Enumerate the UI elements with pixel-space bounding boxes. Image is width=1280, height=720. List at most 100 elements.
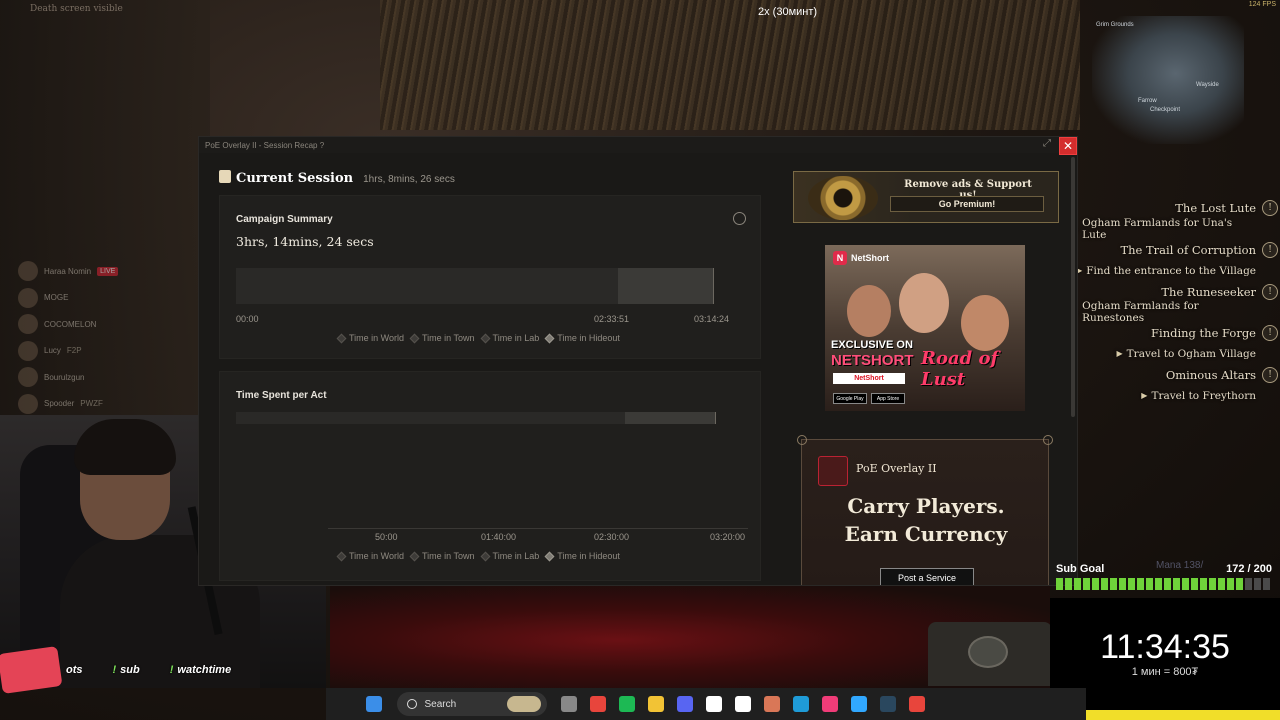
stream-title: 2x (30минт) [758, 6, 818, 18]
avatar [18, 261, 38, 282]
spotify-icon[interactable] [619, 696, 635, 712]
legend-item[interactable]: Time in World [336, 333, 404, 343]
progress-strip [1086, 710, 1280, 720]
photoshop-icon[interactable] [851, 696, 867, 712]
sub-goal-progress [1056, 578, 1270, 590]
session-title: Current Session [236, 171, 354, 186]
quest-label: The Lost Lute [1175, 201, 1256, 216]
act-timeline-bar [236, 412, 716, 424]
quest-marker-icon: ! [1262, 366, 1278, 383]
progress-segment [1128, 578, 1135, 590]
taskbar-search[interactable]: Search [396, 692, 547, 716]
legend-item[interactable]: Time in Lab [480, 551, 539, 561]
quest-label: The Trail of Corruption [1120, 242, 1256, 257]
progress-segment [1227, 578, 1234, 590]
avatar [18, 287, 38, 308]
google-play-badge[interactable]: Google Play [833, 393, 867, 404]
quest-item[interactable]: The Lost Lute! [1072, 198, 1278, 219]
quest-arrow-icon: ▶ [1141, 391, 1148, 401]
tick-label: 03:20:00 [710, 532, 746, 542]
avatar [18, 314, 38, 335]
post-service-button[interactable]: Post a Service [880, 568, 974, 585]
quest-label: Find the entrance to the Village [1086, 264, 1256, 277]
ornament-icon [797, 435, 807, 445]
fps-counter: 124 FPS [1248, 1, 1276, 8]
reset-icon[interactable] [733, 212, 746, 225]
session-recap-window[interactable]: PoE Overlay II - Session Recap ? ⤢ ✕ Cur… [198, 136, 1078, 586]
quest-marker-icon: ! [1262, 241, 1278, 258]
chat-username: Haraa Nomin [44, 266, 92, 276]
quest-marker-icon: ! [1262, 200, 1278, 217]
scroll-icon [219, 170, 231, 183]
card-title: Campaign Summary [236, 214, 333, 225]
minimap-label: Wayside [1196, 82, 1219, 88]
quest-item[interactable]: ▶Ogham Farmlands for Una's Lute [1072, 217, 1278, 241]
progress-segment [1191, 578, 1198, 590]
session-header: Current Session 1hrs, 8mins, 26 secs [219, 169, 455, 186]
progress-segment [1218, 578, 1225, 590]
claude-icon[interactable] [764, 696, 780, 712]
timer-rate: 1 мин = 800₮ [1131, 666, 1199, 678]
steam-icon[interactable] [880, 696, 896, 712]
sub-goal-label: Sub Goal [1056, 563, 1105, 575]
legend-item[interactable]: Time in Hideout [544, 551, 620, 561]
campaign-summary-card: Campaign Summary 3hrs, 14mins, 24 secs 0… [219, 195, 761, 359]
chat-message: COCOMELON [18, 311, 198, 338]
netshort-brand: N NetShort [833, 251, 889, 265]
poe-overlay-logo [818, 456, 848, 486]
campaign-legend: Time in World Time in Town Time in Lab T… [336, 333, 627, 343]
window-title: PoE Overlay II - Session Recap ? [205, 140, 325, 150]
legend-item[interactable]: Time in World [336, 551, 404, 561]
quest-item[interactable]: The Runeseeker! [1072, 281, 1278, 302]
streamer-hair [74, 419, 176, 475]
x-axis-line [328, 528, 748, 529]
legend-item[interactable]: Time in Hideout [544, 333, 620, 343]
quest-item[interactable]: The Trail of Corruption! [1072, 240, 1278, 261]
mana-readout: Mana 138/ [1156, 560, 1204, 571]
close-button[interactable]: ✕ [1059, 137, 1077, 155]
chat-message: Haraa Nomin LIVE [18, 258, 198, 285]
go-premium-button[interactable]: Go Premium! [890, 196, 1044, 212]
chrome-alt-icon[interactable] [909, 696, 925, 712]
avatar [18, 340, 38, 361]
ad-headline-1: Carry Players. [847, 494, 1005, 518]
file-explorer-icon[interactable] [648, 696, 664, 712]
app-store-badge[interactable]: App Store [871, 393, 905, 404]
window-titlebar[interactable]: PoE Overlay II - Session Recap ? [199, 137, 1077, 153]
quest-label: Finding the Forge [1151, 326, 1256, 341]
copilot-icon[interactable] [561, 696, 577, 712]
scrollbar[interactable] [1071, 157, 1075, 417]
act-legend: Time in World Time in Town Time in Lab T… [336, 551, 627, 561]
progress-segment [1182, 578, 1189, 590]
ad-person [961, 295, 1009, 351]
chrome-icon[interactable] [590, 696, 606, 712]
edge-icon[interactable] [793, 696, 809, 712]
quest-item[interactable]: Ominous Altars! [1072, 364, 1278, 385]
quest-item[interactable]: ▶ Travel to Freythorn [1072, 385, 1278, 406]
chat-username: MOGE [44, 293, 69, 303]
notion-icon[interactable] [735, 696, 751, 712]
quest-item[interactable]: Finding the Forge! [1072, 323, 1278, 344]
minimap[interactable]: Grim Grounds Wayside Farrow Checkpoint [1092, 16, 1244, 144]
quest-item[interactable]: ▶Ogham Farmlands for Runestones [1072, 300, 1278, 324]
capcut-icon[interactable] [706, 696, 722, 712]
quest-item[interactable]: ▶ Travel to Ogham Village [1072, 344, 1278, 365]
collapse-icon[interactable]: ⤢ [1043, 138, 1051, 149]
itunes-icon[interactable] [822, 696, 838, 712]
campaign-timeline-bar [236, 268, 714, 304]
legend-item[interactable]: Time in Town [409, 551, 475, 561]
netshort-ad[interactable]: N NetShort EXCLUSIVE ON NETSHORT Road of… [825, 245, 1025, 411]
chat-message: Lucy F2P [18, 338, 198, 365]
windows-start-icon[interactable] [366, 696, 382, 712]
quest-tracker: The Lost Lute!▶Ogham Farmlands for Una's… [1072, 198, 1278, 406]
legend-item[interactable]: Time in Town [409, 333, 475, 343]
quest-marker-icon: ! [1262, 325, 1278, 342]
progress-segment [1083, 578, 1090, 590]
progress-segment [1092, 578, 1099, 590]
live-badge: LIVE [97, 266, 119, 276]
quest-item[interactable]: ▶ Find the entrance to the Village [1072, 260, 1278, 281]
progress-segment [1164, 578, 1171, 590]
windows-taskbar: Search [326, 688, 1086, 720]
discord-icon[interactable] [677, 696, 693, 712]
legend-item[interactable]: Time in Lab [480, 333, 539, 343]
